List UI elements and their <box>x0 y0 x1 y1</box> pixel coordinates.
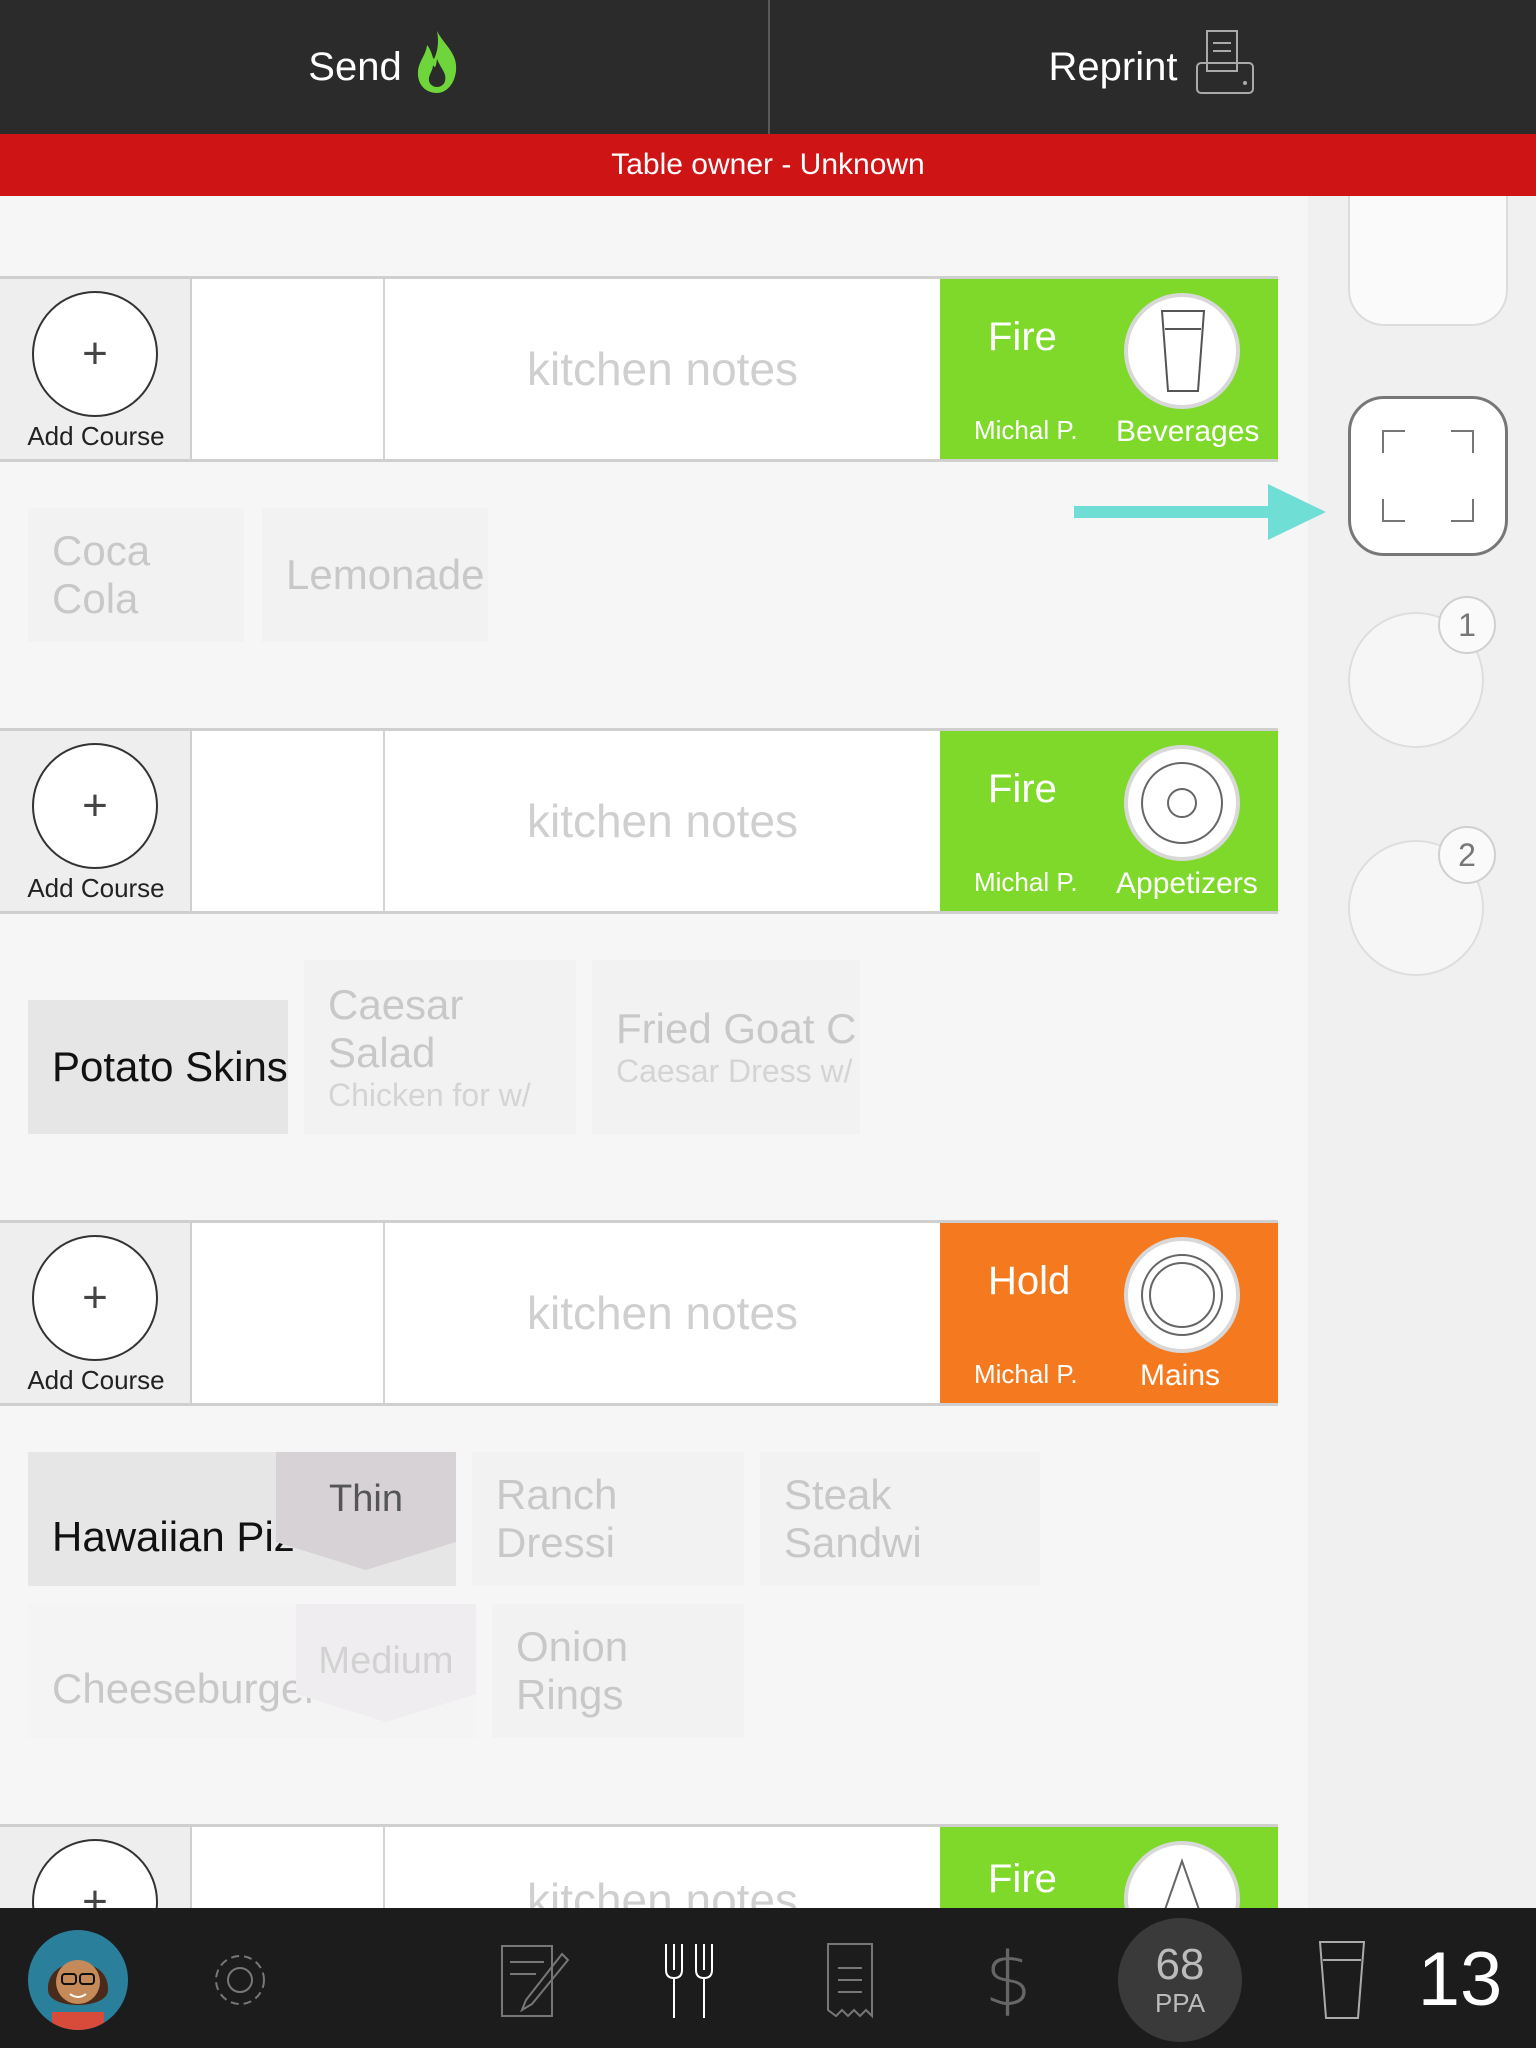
kitchen-notes-input[interactable]: kitchen notes <box>385 1223 940 1403</box>
fork-knife-icon[interactable] <box>648 1930 728 2030</box>
table-owner-banner: Table owner - Unknown <box>0 134 1536 196</box>
add-course-label: Add Course <box>27 421 165 451</box>
course-status-fire[interactable]: Fire Michal P. Appetizers <box>940 731 1278 911</box>
item-name: Ranch Dressi <box>496 1471 618 1566</box>
item-modifier: Caesar Dress w/ <box>616 1052 853 1089</box>
status-label: Fire <box>988 1857 1057 1901</box>
menu-item[interactable]: Ranch Dressi <box>472 1452 744 1586</box>
seat-2-badge: 2 <box>1438 826 1496 884</box>
item-name: Caesar Salad <box>328 980 464 1076</box>
avatar[interactable] <box>28 1930 128 2030</box>
course-name: Beverages <box>1116 415 1260 448</box>
menu-item-selected[interactable]: Potato Skins <box>28 1000 288 1134</box>
table-shape-top[interactable] <box>1348 196 1508 326</box>
gear-icon[interactable] <box>200 1930 280 2030</box>
notepad-icon[interactable] <box>494 1930 574 2030</box>
guest-count: 13 <box>1417 1937 1503 2022</box>
menu-item[interactable]: Lemonade <box>262 508 488 642</box>
dinner-plate-icon <box>1124 1237 1240 1353</box>
item-name: Cheeseburger <box>52 1665 319 1712</box>
arrow-icon <box>1074 484 1326 540</box>
seat-cell[interactable] <box>192 731 385 911</box>
status-label: Fire <box>988 767 1057 811</box>
item-name: Hawaiian Piz <box>52 1513 295 1560</box>
menu-item[interactable]: Coca Cola <box>28 508 244 642</box>
send-label: Send <box>308 44 402 89</box>
add-course-cell[interactable]: + Add Course <box>0 1223 192 1403</box>
plate-icon <box>1124 745 1240 861</box>
table-selector[interactable] <box>1348 396 1508 556</box>
item-name: Coca Cola <box>52 527 151 622</box>
kitchen-notes-input[interactable]: kitchen notes <box>385 279 940 459</box>
banner-text: Table owner - Unknown <box>611 148 925 181</box>
item-name: Potato Skins <box>52 1043 288 1090</box>
reprint-button[interactable]: Reprint <box>770 0 1536 134</box>
plus-icon[interactable]: + <box>32 743 158 869</box>
course-row-beverages: + Add Course kitchen notes Fire Michal P… <box>0 276 1278 462</box>
add-course-cell[interactable]: + Add Course <box>0 279 192 459</box>
modifier-tag[interactable]: Thin <box>276 1452 456 1570</box>
flame-icon <box>414 29 460 105</box>
glass-icon <box>1124 293 1240 409</box>
item-name: Steak Sandwi <box>784 1471 922 1566</box>
printer-icon <box>1193 27 1257 107</box>
dollar-icon[interactable]: $ <box>968 1930 1048 2030</box>
course-name: Appetizers <box>1116 867 1258 900</box>
ppa-value: 68 <box>1155 1939 1205 1989</box>
item-name: Fried Goat C <box>616 1004 857 1052</box>
item-name: Lemonade <box>286 551 485 598</box>
course-row-appetizers: + Add Course kitchen notes Fire Michal P… <box>0 728 1278 914</box>
seat-2-number: 2 <box>1458 836 1476 873</box>
course-row-mains: + Add Course kitchen notes Hold Michal P… <box>0 1220 1278 1406</box>
modifier-tag[interactable]: Medium <box>296 1604 476 1722</box>
status-label: Fire <box>988 315 1057 359</box>
seat-cell[interactable] <box>192 1223 385 1403</box>
course-owner: Michal P. <box>974 415 1078 445</box>
seat-cell[interactable] <box>192 279 385 459</box>
add-course-label: Add Course <box>27 873 165 903</box>
seat-1-badge: 1 <box>1438 596 1496 654</box>
send-button[interactable]: Send <box>0 0 768 134</box>
item-name: Onion Rings <box>516 1623 629 1718</box>
ppa-label: PPA <box>1154 1987 1206 2018</box>
kitchen-notes-input[interactable]: kitchen notes <box>385 731 940 911</box>
item-modifier: Chicken for w/ <box>328 1076 531 1113</box>
menu-item[interactable]: Onion Rings <box>492 1604 744 1738</box>
glass-icon[interactable] <box>1302 1930 1382 2030</box>
course-owner: Michal P. <box>974 1359 1078 1389</box>
plus-icon[interactable]: + <box>32 1235 158 1361</box>
modifier-label: Thin <box>329 1478 403 1520</box>
status-label: Hold <box>988 1259 1071 1303</box>
add-course-label: Add Course <box>27 1365 165 1395</box>
menu-item[interactable]: Fried Goat C Caesar Dress w/ <box>592 960 860 1134</box>
ppa-badge[interactable]: 68 PPA <box>1118 1918 1242 2042</box>
receipt-icon[interactable] <box>810 1930 890 2030</box>
add-course-cell[interactable]: + Add Course <box>0 731 192 911</box>
course-status-hold[interactable]: Hold Michal P. Mains <box>940 1223 1278 1403</box>
course-name: Mains <box>1140 1359 1221 1392</box>
menu-item[interactable]: Steak Sandwi <box>760 1452 1040 1586</box>
course-owner: Michal P. <box>974 867 1078 897</box>
seat-1-number: 1 <box>1458 606 1476 643</box>
plus-icon[interactable]: + <box>32 291 158 417</box>
top-bar: Send Reprint <box>0 0 1536 134</box>
reprint-label: Reprint <box>1048 44 1178 89</box>
expand-icon <box>1382 430 1474 522</box>
modifier-label: Medium <box>318 1640 454 1682</box>
menu-item[interactable]: Caesar Salad Chicken for w/ <box>304 960 576 1134</box>
course-status-fire[interactable]: Fire Michal P. Beverages <box>940 279 1278 459</box>
